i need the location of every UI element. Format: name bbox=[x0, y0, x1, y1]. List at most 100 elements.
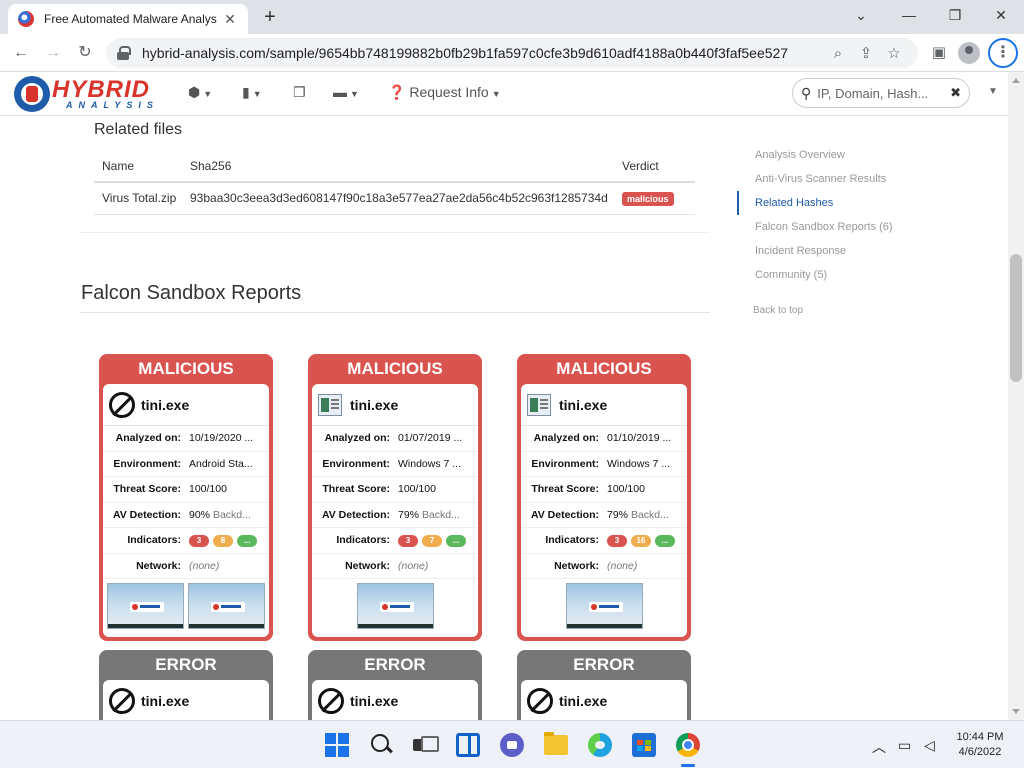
scrollbar-thumb[interactable] bbox=[1010, 254, 1022, 382]
file-sha256[interactable]: 93baa30c3eea3d3ed608147f90c18a3e577ea27a… bbox=[182, 182, 614, 215]
account-dropdown-icon[interactable]: ▼ bbox=[988, 86, 998, 97]
screenshot-thumbnail[interactable] bbox=[188, 583, 265, 629]
hybrid-analysis-logo[interactable]: HYBRID ANALYSIS bbox=[14, 76, 164, 112]
report-filename: tini.exe bbox=[559, 396, 608, 413]
report-card[interactable]: MALICIOUS tini.exe Analyzed on: 01/10/201… bbox=[517, 354, 691, 641]
site-search[interactable]: ⚲ IP, Domain, Hash... ✖ bbox=[792, 78, 970, 108]
report-file[interactable]: tini.exe bbox=[103, 384, 269, 426]
chevron-down-icon: ▼ bbox=[491, 89, 501, 99]
url-text[interactable]: hybrid-analysis.com/sample/9654bb7481998… bbox=[142, 45, 824, 61]
back-arrow-icon[interactable]: ← bbox=[8, 40, 34, 66]
av-value: 90% Backd... bbox=[189, 509, 269, 521]
av-percent: 79% bbox=[607, 508, 629, 521]
environment-label: Environment: bbox=[113, 457, 181, 470]
nav-request-info[interactable]: ❓ Request Info ▼ bbox=[388, 84, 501, 101]
sidenav-community[interactable]: Community (5) bbox=[737, 263, 937, 287]
analyzed-value: 01/07/2019 ... bbox=[398, 432, 463, 445]
sidenav-falcon-reports[interactable]: Falcon Sandbox Reports (6) bbox=[737, 215, 937, 239]
indicators-label: Indicators: bbox=[545, 534, 599, 547]
av-name: Backd... bbox=[212, 508, 251, 521]
environment-value: Windows 7 ... bbox=[607, 457, 671, 470]
forward-arrow-icon[interactable]: → bbox=[40, 40, 66, 66]
nav-reports-button[interactable]: ❐ bbox=[293, 84, 306, 101]
site-header: HYBRID ANALYSIS ⬢ ▼ ▮ ▼ ❐ ▬ ▼ ❓ Request Inf… bbox=[0, 72, 1008, 116]
suspicious-indicator-pill: 16 bbox=[631, 534, 651, 547]
new-tab-button[interactable]: + bbox=[258, 6, 282, 30]
file-explorer-icon[interactable] bbox=[544, 732, 568, 755]
tab-title: Free Automated Malware Analys bbox=[44, 12, 217, 26]
threat-label: Threat Score: bbox=[113, 483, 181, 496]
analyzed-value: 01/10/2019 ... bbox=[607, 432, 672, 445]
folder-icon: ▬ bbox=[333, 84, 347, 100]
zoom-icon[interactable]: ⌕ bbox=[824, 45, 852, 62]
screenshot-thumbnail[interactable] bbox=[107, 583, 184, 629]
teams-chat-icon[interactable] bbox=[500, 733, 524, 757]
window-close-button[interactable]: ✕ bbox=[978, 0, 1024, 30]
sidenav-av-results[interactable]: Anti-Virus Scanner Results bbox=[737, 167, 937, 191]
chrome-browser-icon[interactable] bbox=[676, 733, 700, 757]
page-scrollbar[interactable] bbox=[1008, 72, 1024, 720]
address-bar[interactable]: hybrid-analysis.com/sample/9654bb7481998… bbox=[106, 38, 918, 68]
widgets-icon[interactable] bbox=[456, 733, 480, 757]
col-verdict: Verdict bbox=[614, 150, 695, 183]
nav-file-menu[interactable]: ▮ ▼ bbox=[242, 84, 262, 101]
reload-icon[interactable]: ↻ bbox=[72, 40, 98, 66]
report-card[interactable]: MALICIOUS tini.exe Analyzed on: 01/07/201… bbox=[308, 354, 482, 641]
report-verdict: ERROR bbox=[573, 655, 635, 674]
tab-close-icon[interactable]: ✕ bbox=[222, 11, 238, 28]
screenshot-thumbnail[interactable] bbox=[356, 583, 434, 629]
screenshot-thumbnail[interactable] bbox=[565, 583, 643, 629]
nav-sandbox-menu[interactable]: ⬢ ▼ bbox=[188, 84, 212, 101]
screenshot-strip bbox=[521, 579, 687, 629]
show-hidden-icons-icon[interactable]: ︿ bbox=[872, 737, 886, 757]
sidenav-analysis-overview[interactable]: Analysis Overview bbox=[737, 143, 937, 167]
report-file[interactable]: tini.exe bbox=[312, 384, 478, 426]
sidenav-incident-response[interactable]: Incident Response bbox=[737, 239, 937, 263]
report-filename: tini.exe bbox=[559, 692, 608, 709]
report-file[interactable]: tini.exe bbox=[521, 680, 687, 722]
clear-search-icon[interactable]: ✖ bbox=[950, 85, 961, 101]
volume-muted-icon[interactable]: ◁ bbox=[924, 737, 935, 754]
table-row[interactable]: Virus Total.zip 93baa30c3eea3d3ed608147f… bbox=[94, 182, 695, 215]
logo-mark-icon bbox=[14, 76, 50, 112]
taskbar-clock[interactable]: 10:44 PM 4/6/2022 bbox=[952, 730, 1008, 760]
verdict-cell: malicious bbox=[614, 182, 695, 215]
bookmark-star-icon[interactable]: ☆ bbox=[880, 44, 908, 62]
browser-menu-icon[interactable]: ⋮ bbox=[988, 38, 1018, 68]
threat-value: 100/100 bbox=[189, 483, 227, 496]
taskbar-search-icon[interactable] bbox=[369, 733, 393, 757]
report-file[interactable]: tini.exe bbox=[103, 680, 269, 722]
windows-start-icon[interactable] bbox=[325, 733, 349, 757]
share-icon[interactable]: ⇪ bbox=[852, 44, 880, 62]
sidenav-related-hashes[interactable]: Related Hashes bbox=[737, 191, 937, 215]
payload-logo-icon bbox=[588, 602, 623, 612]
report-file[interactable]: tini.exe bbox=[521, 384, 687, 426]
restore-button[interactable]: ❐ bbox=[932, 0, 978, 30]
question-circle-icon: ❓ bbox=[388, 84, 406, 100]
minimize-button[interactable]: — bbox=[886, 0, 932, 30]
no-icon bbox=[527, 687, 553, 714]
report-file[interactable]: tini.exe bbox=[312, 680, 478, 722]
microsoft-store-icon[interactable] bbox=[632, 733, 656, 757]
lock-icon[interactable] bbox=[116, 46, 131, 60]
back-to-top-link[interactable]: Back to top bbox=[737, 305, 937, 316]
tab-search-icon[interactable]: ⌄ bbox=[838, 0, 884, 30]
browser-tab[interactable]: Free Automated Malware Analys ✕ bbox=[8, 4, 248, 34]
network-icon[interactable]: ▭ bbox=[898, 737, 911, 754]
edge-browser-icon[interactable] bbox=[588, 733, 612, 757]
network-value: (none) bbox=[398, 559, 429, 572]
file-name[interactable]: Virus Total.zip bbox=[94, 182, 182, 215]
request-info-label: Request Info bbox=[409, 84, 489, 100]
task-view-icon[interactable] bbox=[412, 733, 439, 757]
profile-avatar[interactable] bbox=[958, 42, 980, 64]
scroll-down-icon[interactable] bbox=[1012, 709, 1020, 714]
report-verdict: MALICIOUS bbox=[138, 359, 234, 378]
report-card[interactable]: MALICIOUS tini.exe Analyzed on: 10/19/202… bbox=[99, 354, 273, 641]
nav-folder-menu[interactable]: ▬ ▼ bbox=[333, 84, 359, 100]
scroll-up-icon[interactable] bbox=[1012, 78, 1020, 83]
network-label: Network: bbox=[136, 559, 181, 572]
site-search-input[interactable]: IP, Domain, Hash... bbox=[817, 86, 950, 101]
suspicious-indicator-pill: 8 bbox=[213, 534, 233, 547]
section-divider bbox=[80, 312, 710, 313]
side-panel-icon[interactable]: ▣ bbox=[926, 40, 952, 66]
